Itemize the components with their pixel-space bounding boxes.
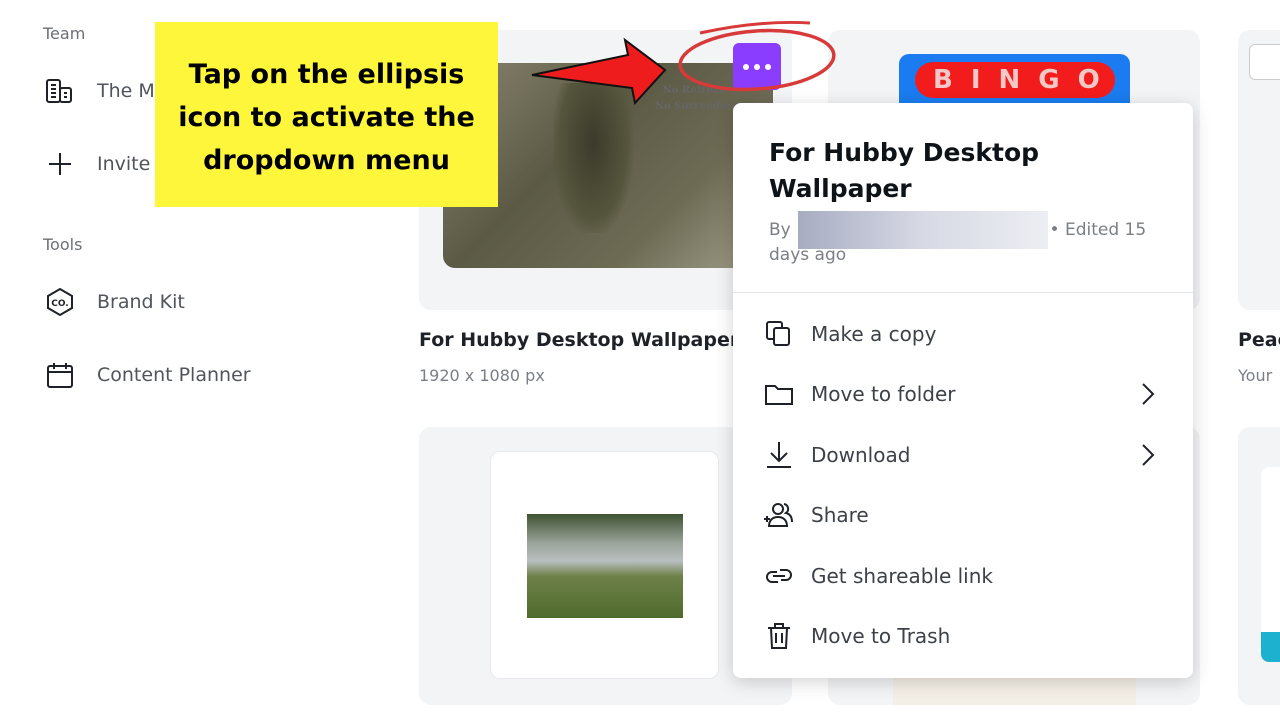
design-card-other[interactable] <box>1238 427 1280 705</box>
share-people-icon <box>764 503 793 527</box>
menu-item-label: Get shareable link <box>811 564 993 588</box>
menu-item-share[interactable]: Share <box>763 495 1157 535</box>
menu-item-label: Download <box>811 443 911 467</box>
sidebar-item-label: The M <box>97 80 155 102</box>
menu-meta: By • Edited 15 days ago <box>769 211 1159 268</box>
thumb-text: BINGO <box>915 62 1115 98</box>
sidebar-item-label: Content Planner <box>97 364 251 386</box>
by-label: By <box>769 220 791 240</box>
design-dimensions: Your <box>1238 366 1273 385</box>
building-icon <box>46 79 72 103</box>
menu-item-download[interactable]: Download <box>763 435 1157 475</box>
menu-item-make-copy[interactable]: Make a copy <box>763 314 1157 354</box>
plus-icon <box>49 153 71 175</box>
design-title[interactable]: Peac <box>1238 329 1280 351</box>
redacted-author <box>798 211 1049 249</box>
sidebar-item-brand-kit[interactable]: CO. Brand Kit <box>45 287 185 317</box>
copy-icon <box>766 321 790 346</box>
sidebar-item-label: Brand Kit <box>97 291 185 313</box>
tools-heading: Tools <box>43 235 83 254</box>
menu-item-label: Move to Trash <box>811 624 951 648</box>
calendar-icon <box>47 363 73 388</box>
trash-icon <box>768 623 790 649</box>
chevron-right-icon <box>1142 444 1155 466</box>
design-title[interactable]: For Hubby Desktop Wallpaper <box>419 329 739 351</box>
menu-item-move-to-trash[interactable]: Move to Trash <box>763 616 1157 656</box>
chevron-right-icon <box>1142 383 1155 405</box>
svg-text:CO.: CO. <box>51 299 68 309</box>
annotation-overlay <box>531 20 836 106</box>
sidebar-item-content-planner[interactable]: Content Planner <box>45 360 251 390</box>
menu-item-get-link[interactable]: Get shareable link <box>763 556 1157 596</box>
menu-item-label: Make a copy <box>811 322 937 346</box>
menu-item-label: Move to folder <box>811 382 956 406</box>
design-options-menu: For Hubby Desktop Wallpaper By • Edited … <box>733 103 1193 678</box>
folder-icon <box>765 385 793 405</box>
sidebar-item-label: Invite <box>97 153 151 175</box>
menu-item-move-to-folder[interactable]: Move to folder <box>763 374 1157 414</box>
design-card-peace[interactable] <box>1238 30 1280 310</box>
link-icon <box>766 569 792 583</box>
sidebar-item-team[interactable]: The M <box>45 76 155 106</box>
red-arrow <box>531 37 667 106</box>
menu-title: For Hubby Desktop Wallpaper <box>769 138 1040 203</box>
sidebar-item-invite[interactable]: Invite <box>45 149 150 179</box>
divider <box>733 292 1193 293</box>
brand-kit-icon: CO. <box>47 287 73 317</box>
team-heading: Team <box>43 24 86 43</box>
download-icon <box>767 442 791 468</box>
red-circle-highlight <box>678 28 836 92</box>
menu-item-label: Share <box>811 503 869 527</box>
instruction-callout: Tap on the ellipsis icon to activate the… <box>155 22 498 207</box>
design-thumbnail <box>527 514 683 618</box>
design-dimensions: 1920 x 1080 px <box>419 366 545 385</box>
